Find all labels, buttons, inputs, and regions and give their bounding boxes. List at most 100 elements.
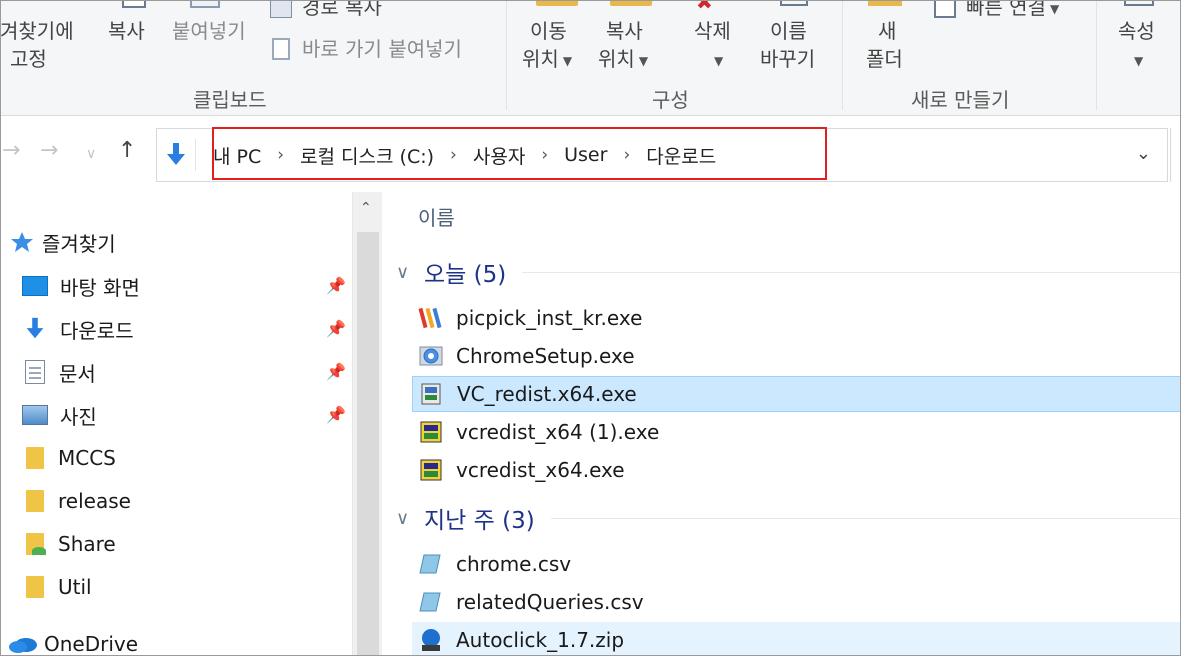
chevron-right-icon[interactable]: › [277,145,284,165]
chevron-right-icon[interactable]: › [623,145,630,165]
move-to-label-2: 위치 [522,47,559,71]
folder-icon [26,490,44,512]
move-to-button[interactable]: 위치 ▼ [522,46,572,74]
properties-button[interactable]: 속성 [1118,18,1155,44]
delete-dropdown[interactable]: ▼ [710,46,723,74]
group-label: 지난 주 (3) [424,508,535,534]
breadcrumb-local-disk[interactable]: 로컬 디스크 (C:) [300,142,434,169]
copy-to-button[interactable]: 위치 ▼ [598,46,648,74]
file-name: picpick_inst_kr.exe [456,306,643,330]
chevron-right-icon[interactable]: › [541,145,548,165]
file-row[interactable]: picpick_inst_kr.exe [412,300,1181,336]
file-name: chrome.csv [456,552,572,576]
download-icon [26,317,44,339]
file-row-selected[interactable]: VC_redist.x64.exe [412,376,1181,412]
copy-to-label-2: 위치 [598,47,635,71]
nav-onedrive[interactable]: OneDrive [0,624,352,656]
arrow-up-icon: ↑ [118,138,137,163]
nav-item-documents[interactable]: 문서 📌 [0,352,352,392]
download-icon [167,143,185,165]
file-row[interactable]: ChromeSetup.exe [412,338,1181,374]
move-to-label-1: 이동 [530,19,567,43]
nav-item-label: 다운로드 [60,318,134,343]
nav-item-share[interactable]: Share [0,524,352,564]
chevron-right-icon[interactable]: › [450,145,457,165]
group-header-last-week[interactable]: ∨ 지난 주 (3) [396,500,1181,536]
zip-icon [416,626,446,654]
arrow-right-icon: → [40,138,59,163]
copy-path-button[interactable]: 경로 복사 [302,0,382,20]
pin-icon[interactable]: 📌 [326,276,346,295]
file-row[interactable]: relatedQueries.csv [412,584,1181,620]
move-to-icon [536,0,578,6]
folder-icon [26,447,44,469]
new-folder-button[interactable]: 폴더 [866,46,903,72]
pin-quick-access-label-1: 겨찾기에 [0,19,74,43]
pin-quick-access-button[interactable]: 겨찾기에 [0,18,74,44]
file-name: vcredist_x64 (1).exe [456,420,660,444]
chevron-down-icon: ⌄ [1135,143,1151,164]
back-button[interactable]: → [2,138,20,163]
properties-icon [1124,0,1154,6]
breadcrumb-this-pc[interactable]: 내 PC [213,142,261,169]
chevron-down-icon: ∨ [396,507,410,529]
file-row[interactable]: vcredist_x64.exe [412,452,1181,488]
column-header-name[interactable]: 이름 [418,202,455,231]
easy-access-icon [934,0,956,18]
nav-item-release[interactable]: release [0,481,352,521]
file-name: VC_redist.x64.exe [457,382,637,406]
pin-icon[interactable]: 📌 [326,319,346,338]
chevron-down-icon: ▼ [1134,53,1144,68]
breadcrumb-user[interactable]: User [564,144,607,166]
recent-locations-button[interactable]: ∨ [86,146,96,162]
pin-quick-access-label-2: 고정 [10,47,47,71]
cloud-icon [9,638,37,653]
pin-icon[interactable]: 📌 [326,362,346,381]
nav-item-pictures[interactable]: 사진 📌 [0,395,352,435]
desktop-icon [22,276,48,296]
nav-item-util[interactable]: Util [0,567,352,607]
refresh-button[interactable] [1170,128,1181,182]
file-row-hover[interactable]: Autoclick_1.7.zip [412,622,1181,656]
paste-shortcut-icon [272,38,290,60]
copy-to-icon [610,0,652,6]
pin-icon[interactable]: 📌 [326,405,346,424]
address-bar[interactable]: 내 PC › 로컬 디스크 (C:) › 사용자 › User › 다운로드 ⌄ [156,127,1168,182]
address-dropdown-button[interactable]: ⌄ [1136,143,1151,164]
delete-button[interactable]: 삭제 [694,18,731,44]
nav-item-label: Share [58,532,116,556]
ribbon-separator [1096,0,1097,110]
easy-access-button[interactable]: 빠른 연결 ▼ [966,0,1059,22]
csv-icon [416,550,446,578]
delete-icon: ✖ [696,0,713,14]
paste-button[interactable]: 붙여넣기 [172,18,246,44]
group-header-today[interactable]: ∨ 오늘 (5) [396,254,1181,290]
nav-item-downloads[interactable]: 다운로드 📌 [0,309,352,349]
nav-item-label: 문서 [59,361,96,386]
paste-shortcut-button[interactable]: 바로 가기 붙여넣기 [302,36,462,62]
copy-to-label-1: 복사 [606,19,643,43]
nav-item-mccs[interactable]: MCCS [0,438,352,478]
file-row[interactable]: vcredist_x64 (1).exe [412,414,1181,450]
nav-scrollbar[interactable]: ⌃ [352,192,382,656]
chevron-down-icon: ▼ [638,53,649,68]
file-row[interactable]: chrome.csv [412,546,1181,582]
copy-button[interactable]: 복사 [108,18,145,44]
nav-quick-access-label: 즐겨찾기 [42,231,116,256]
rename-button[interactable]: 바꾸기 [760,46,815,72]
nav-item-desktop[interactable]: 바탕 화면 📌 [0,266,352,306]
up-button[interactable]: ↑ [118,138,136,163]
chevron-down-icon: ∨ [86,146,97,162]
properties-dropdown[interactable]: ▼ [1130,46,1143,74]
forward-button[interactable]: → [40,138,58,163]
scroll-up-icon[interactable]: ⌃ [360,200,372,216]
nav-quick-access[interactable]: 즐겨찾기 [0,222,352,262]
installer-icon [416,418,446,446]
chrome-setup-icon [416,342,446,370]
scrollbar-thumb[interactable] [357,232,379,656]
breadcrumb-downloads[interactable]: 다운로드 [646,142,716,169]
breadcrumb: 내 PC › 로컬 디스크 (C:) › 사용자 › User › 다운로드 [213,129,716,181]
folder-icon [26,576,44,598]
file-list: 이름 ∨ 오늘 (5) picpick_inst_kr.exe ChromeSe… [382,192,1181,656]
breadcrumb-users[interactable]: 사용자 [473,142,525,169]
